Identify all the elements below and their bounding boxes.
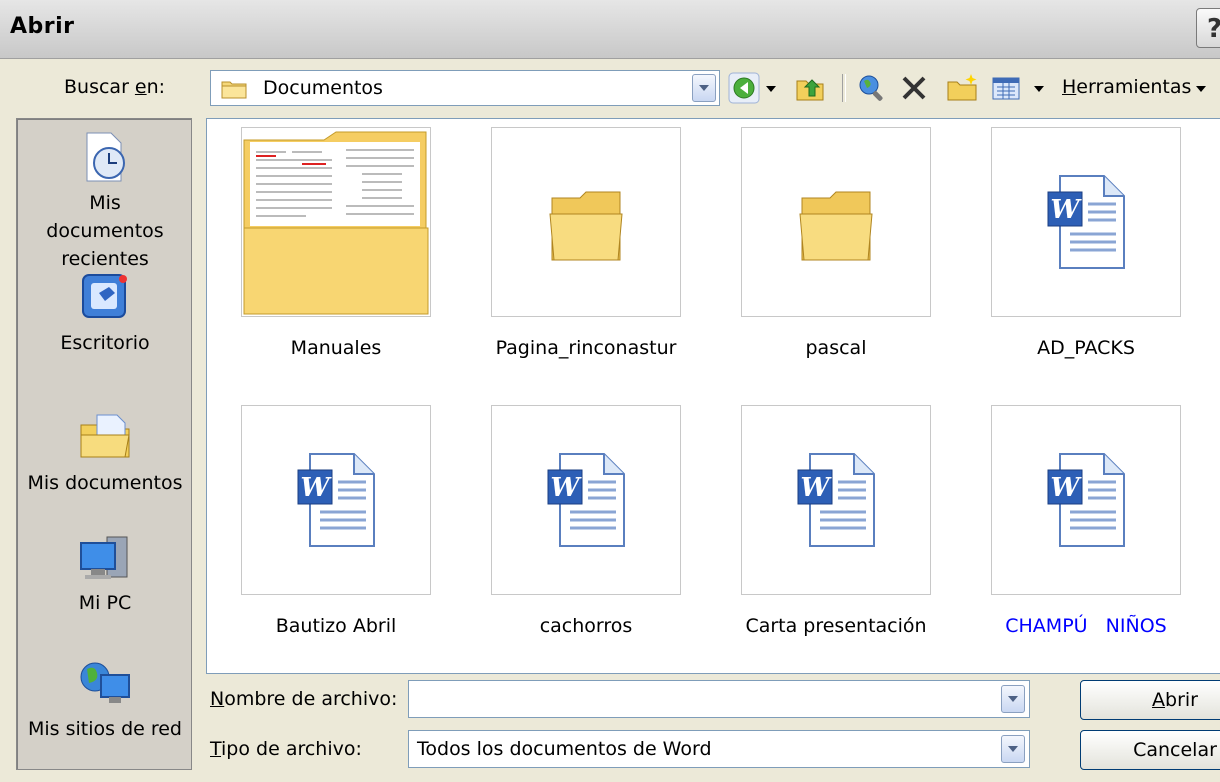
filetype-label: Tipo de archivo: <box>210 738 362 760</box>
back-dropdown-arrow[interactable] <box>766 86 776 92</box>
lookin-label: Buscar en: <box>64 76 166 98</box>
views-icon[interactable] <box>990 72 1022 104</box>
file-name: Bautizo Abril <box>275 615 397 637</box>
file-item[interactable]: W Bautizo Abril <box>241 405 431 637</box>
word-document-thumbnail: W <box>991 127 1181 317</box>
place-label: Escritorio <box>60 332 150 354</box>
views-dropdown-arrow[interactable] <box>1034 86 1044 92</box>
file-item[interactable]: Pagina_rinconastur <box>491 127 681 359</box>
chevron-down-icon[interactable] <box>692 74 716 102</box>
folder-icon <box>799 191 873 261</box>
chevron-down-icon[interactable] <box>1001 735 1025 763</box>
place-network[interactable]: Mis sitios de red <box>17 655 193 743</box>
word-document-icon: W <box>297 453 375 547</box>
word-document-icon: W <box>797 453 875 547</box>
back-icon[interactable] <box>728 72 760 104</box>
word-document-thumbnail: W <box>741 405 931 595</box>
word-document-thumbnail: W <box>241 405 431 595</box>
file-name: pascal <box>805 337 867 359</box>
file-item[interactable]: W AD_PACKS <box>991 127 1181 359</box>
place-desktop[interactable]: Escritorio <box>17 269 193 357</box>
place-label: Mis documentos recientes <box>46 192 164 270</box>
word-document-icon: W <box>1047 453 1125 547</box>
my-documents-icon <box>77 409 133 465</box>
up-folder-icon[interactable] <box>794 72 826 104</box>
folder-thumbnail <box>491 127 681 317</box>
file-name: Pagina_rinconastur <box>495 337 677 359</box>
svg-text:W: W <box>1050 195 1082 225</box>
word-document-thumbnail: W <box>491 405 681 595</box>
cancel-button[interactable]: Cancelar <box>1080 730 1220 770</box>
places-bar: Mis documentos recientes Escritorio Mis … <box>16 118 192 770</box>
my-computer-icon <box>77 529 133 585</box>
word-document-icon: W <box>1047 175 1125 269</box>
help-button[interactable]: ? <box>1196 8 1220 48</box>
word-document-icon: W <box>547 453 625 547</box>
new-folder-icon[interactable] <box>946 72 978 104</box>
file-list[interactable]: Manuales Pagina_rinconastur pascal W AD_… <box>206 118 1220 674</box>
file-item[interactable]: W Carta presentación <box>741 405 931 637</box>
folder-icon <box>549 191 623 261</box>
place-label: Mis documentos <box>27 472 183 494</box>
file-name: Manuales <box>290 337 382 359</box>
network-places-icon <box>77 655 133 711</box>
place-label: Mis sitios de red <box>27 718 182 740</box>
search-web-icon[interactable] <box>856 72 888 104</box>
filename-label: Nombre de archivo: <box>210 688 398 710</box>
place-my-pc[interactable]: Mi PC <box>17 529 193 617</box>
file-item[interactable]: Manuales <box>241 127 431 359</box>
filename-input[interactable] <box>408 680 1030 718</box>
recent-documents-icon <box>77 129 133 185</box>
folder-icon <box>221 81 247 99</box>
file-item[interactable]: W CHAMPÚ NIÑOS <box>991 405 1181 637</box>
file-name: cachorros <box>539 615 633 637</box>
filetype-select[interactable]: Todos los documentos de Word <box>408 730 1030 768</box>
tools-menu[interactable]: Herramientas <box>1062 76 1191 98</box>
folder-preview-thumbnail <box>241 127 431 317</box>
file-name: Carta presentación <box>745 615 927 637</box>
tools-dropdown-arrow[interactable] <box>1196 86 1206 92</box>
file-name: CHAMPÚ NIÑOS <box>1005 615 1167 637</box>
place-label: Mi PC <box>78 592 132 614</box>
open-button[interactable]: Abrir <box>1080 680 1220 720</box>
toolbar-separator <box>842 74 846 102</box>
window-title: Abrir <box>10 14 75 39</box>
delete-icon[interactable] <box>898 72 930 104</box>
lookin-dropdown[interactable]: Documentos <box>210 70 720 106</box>
chevron-down-icon[interactable] <box>1001 685 1025 713</box>
svg-text:W: W <box>1050 473 1082 503</box>
svg-text:W: W <box>550 473 582 503</box>
file-item[interactable]: pascal <box>741 127 931 359</box>
word-document-thumbnail: W <box>991 405 1181 595</box>
filetype-value: Todos los documentos de Word <box>417 738 712 760</box>
file-name: AD_PACKS <box>1037 337 1135 359</box>
place-recent-documents[interactable]: Mis documentos recientes <box>17 129 193 273</box>
lookin-value: Documentos <box>263 77 383 99</box>
folder-thumbnail <box>741 127 931 317</box>
file-item[interactable]: W cachorros <box>491 405 681 637</box>
svg-text:W: W <box>800 473 832 503</box>
title-bar[interactable]: Abrir ? <box>0 0 1220 59</box>
folder-icon <box>243 131 429 315</box>
desktop-icon <box>77 269 133 325</box>
svg-text:W: W <box>300 473 332 503</box>
place-my-documents[interactable]: Mis documentos <box>17 409 193 497</box>
